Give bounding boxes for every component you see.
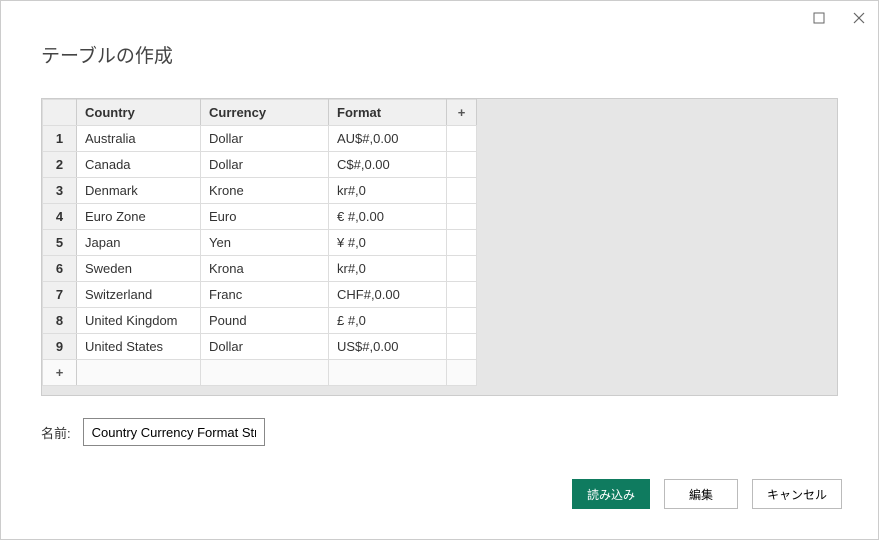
load-button[interactable]: 読み込み	[572, 479, 650, 509]
cell-blank[interactable]	[77, 360, 201, 386]
cell-blank[interactable]	[447, 178, 477, 204]
add-row-button[interactable]: +	[43, 360, 77, 386]
cell-country[interactable]: Switzerland	[77, 282, 201, 308]
cell-format[interactable]: C$#,0.00	[329, 152, 447, 178]
cell-country[interactable]: United States	[77, 334, 201, 360]
cell-blank[interactable]	[447, 204, 477, 230]
row-number[interactable]: 2	[43, 152, 77, 178]
table-row: 5JapanYen¥ #,0	[43, 230, 477, 256]
create-table-dialog: テーブルの作成 Country Currency Format + 1Austr…	[0, 0, 879, 540]
row-number[interactable]: 3	[43, 178, 77, 204]
cell-format[interactable]: kr#,0	[329, 178, 447, 204]
corner-cell[interactable]	[43, 100, 77, 126]
cell-blank[interactable]	[447, 230, 477, 256]
cell-currency[interactable]: Krona	[201, 256, 329, 282]
cell-currency[interactable]: Krone	[201, 178, 329, 204]
row-number[interactable]: 5	[43, 230, 77, 256]
cell-blank[interactable]	[201, 360, 329, 386]
add-column-button[interactable]: +	[447, 100, 477, 126]
table-row: 8United KingdomPound£ #,0	[43, 308, 477, 334]
titlebar	[1, 1, 878, 31]
close-button[interactable]	[848, 7, 870, 29]
table-row: 3DenmarkKronekr#,0	[43, 178, 477, 204]
cell-country[interactable]: Canada	[77, 152, 201, 178]
cell-format[interactable]: US$#,0.00	[329, 334, 447, 360]
table-row: 9United StatesDollarUS$#,0.00	[43, 334, 477, 360]
window-buttons	[808, 7, 870, 29]
cell-country[interactable]: Denmark	[77, 178, 201, 204]
data-grid[interactable]: Country Currency Format + 1AustraliaDoll…	[41, 98, 838, 396]
column-header-currency[interactable]: Currency	[201, 100, 329, 126]
cell-country[interactable]: United Kingdom	[77, 308, 201, 334]
name-row: 名前:	[41, 418, 838, 446]
cell-blank[interactable]	[447, 256, 477, 282]
cell-country[interactable]: Sweden	[77, 256, 201, 282]
cell-format[interactable]: £ #,0	[329, 308, 447, 334]
add-row[interactable]: +	[43, 360, 477, 386]
table-row: 1AustraliaDollarAU$#,0.00	[43, 126, 477, 152]
cell-currency[interactable]: Yen	[201, 230, 329, 256]
edit-button[interactable]: 編集	[664, 479, 738, 509]
column-header-country[interactable]: Country	[77, 100, 201, 126]
cell-country[interactable]: Japan	[77, 230, 201, 256]
close-icon	[853, 12, 865, 24]
maximize-button[interactable]	[808, 7, 830, 29]
header-row: Country Currency Format +	[43, 100, 477, 126]
cell-format[interactable]: € #,0.00	[329, 204, 447, 230]
maximize-icon	[813, 12, 825, 24]
cell-blank[interactable]	[447, 334, 477, 360]
row-number[interactable]: 8	[43, 308, 77, 334]
dialog-title: テーブルの作成	[1, 31, 878, 68]
table-row: 7SwitzerlandFrancCHF#,0.00	[43, 282, 477, 308]
table-row: 2CanadaDollarC$#,0.00	[43, 152, 477, 178]
cell-currency[interactable]: Euro	[201, 204, 329, 230]
dialog-content: Country Currency Format + 1AustraliaDoll…	[1, 68, 878, 446]
cell-country[interactable]: Euro Zone	[77, 204, 201, 230]
cell-blank[interactable]	[447, 308, 477, 334]
table-row: 4Euro ZoneEuro€ #,0.00	[43, 204, 477, 230]
cell-country[interactable]: Australia	[77, 126, 201, 152]
cell-blank[interactable]	[447, 126, 477, 152]
row-number[interactable]: 1	[43, 126, 77, 152]
cell-blank[interactable]	[447, 152, 477, 178]
cell-currency[interactable]: Dollar	[201, 334, 329, 360]
row-number[interactable]: 7	[43, 282, 77, 308]
column-header-format[interactable]: Format	[329, 100, 447, 126]
cell-format[interactable]: kr#,0	[329, 256, 447, 282]
cell-blank[interactable]	[447, 282, 477, 308]
cell-blank[interactable]	[329, 360, 447, 386]
cell-currency[interactable]: Dollar	[201, 152, 329, 178]
cell-format[interactable]: ¥ #,0	[329, 230, 447, 256]
cell-blank[interactable]	[447, 360, 477, 386]
row-number[interactable]: 9	[43, 334, 77, 360]
cell-currency[interactable]: Dollar	[201, 126, 329, 152]
name-input[interactable]	[83, 418, 265, 446]
row-number[interactable]: 4	[43, 204, 77, 230]
row-number[interactable]: 6	[43, 256, 77, 282]
cell-currency[interactable]: Pound	[201, 308, 329, 334]
table-row: 6SwedenKronakr#,0	[43, 256, 477, 282]
cell-format[interactable]: CHF#,0.00	[329, 282, 447, 308]
dialog-buttons: 読み込み 編集 キャンセル	[572, 479, 842, 509]
cancel-button[interactable]: キャンセル	[752, 479, 842, 509]
cell-format[interactable]: AU$#,0.00	[329, 126, 447, 152]
cell-currency[interactable]: Franc	[201, 282, 329, 308]
name-label: 名前:	[41, 423, 71, 442]
